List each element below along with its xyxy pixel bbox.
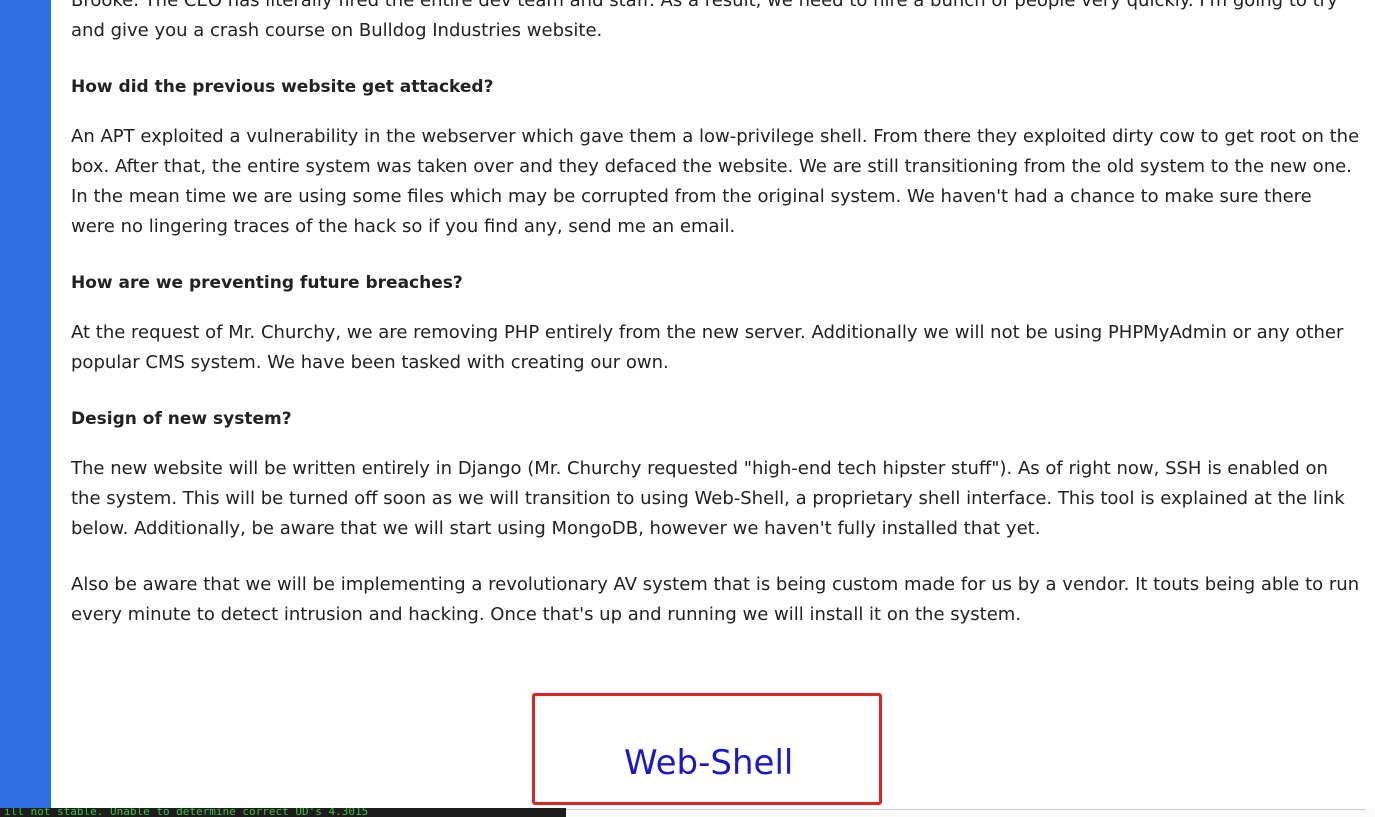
terminal-output-text: ill not stable. Unable to determine corr… xyxy=(4,808,369,817)
notice-content: Brooke. The CEO has literally fired the … xyxy=(71,0,1361,656)
section-heading-design: Design of new system? xyxy=(71,409,292,429)
section-paragraph-av: Also be aware that we will be implementi… xyxy=(71,574,1360,625)
bottom-divider xyxy=(566,809,1366,810)
section-paragraph-design: The new website will be written entirely… xyxy=(71,458,1345,539)
section-heading-prevention: How are we preventing future breaches? xyxy=(71,273,463,293)
section-paragraph-prevention: At the request of Mr. Churchy, we are re… xyxy=(71,322,1344,373)
left-accent-bar xyxy=(0,0,51,817)
highlight-annotation-box xyxy=(532,693,882,805)
terminal-window-edge: ill not stable. Unable to determine corr… xyxy=(0,808,566,817)
intro-paragraph: Brooke. The CEO has literally fired the … xyxy=(71,0,1338,41)
section-paragraph-attack: An APT exploited a vulnerability in the … xyxy=(71,126,1360,237)
section-heading-attack: How did the previous website get attacke… xyxy=(71,77,494,97)
